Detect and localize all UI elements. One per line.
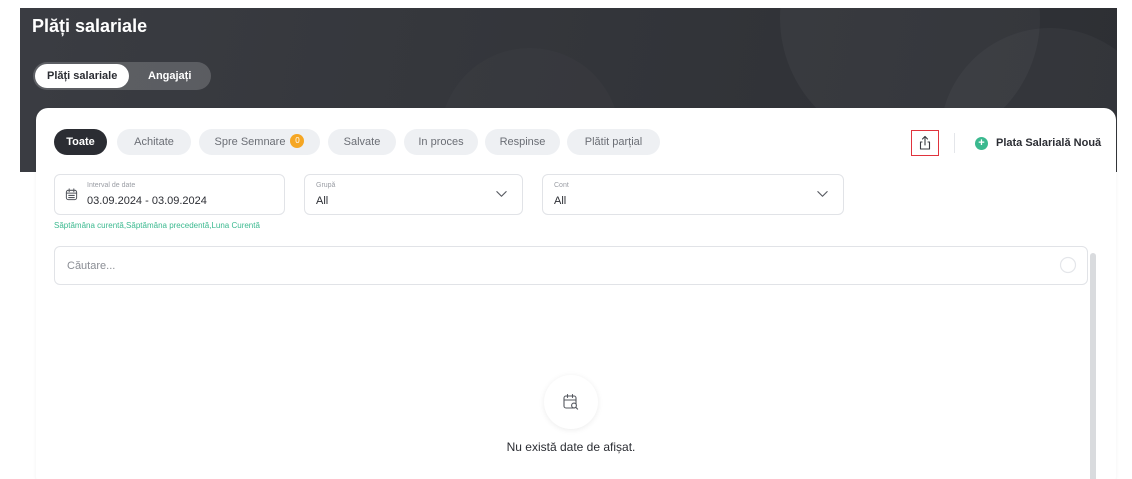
export-button[interactable] [911, 130, 939, 156]
quick-date-links[interactable]: Săptămâna curentă,Săptămâna precedentă,L… [54, 221, 260, 230]
search-bar[interactable]: Căutare... [54, 246, 1088, 285]
filter-tab-rejected[interactable]: Respinse [485, 129, 560, 155]
account-value: All [554, 195, 567, 207]
calendar-icon [65, 188, 78, 201]
filter-tab-in-process[interactable]: In proces [404, 129, 478, 155]
chevron-down-icon [817, 191, 828, 197]
account-label: Cont [554, 182, 569, 189]
empty-state-icon-wrap [544, 375, 598, 429]
filter-tab-saved[interactable]: Salvate [328, 129, 396, 155]
calendar-search-icon [563, 393, 579, 410]
divider [954, 133, 955, 153]
filter-tab-all[interactable]: Toate [54, 129, 107, 155]
search-icon [1059, 256, 1077, 274]
date-range-value: 03.09.2024 - 03.09.2024 [87, 195, 207, 207]
count-badge: 0 [290, 134, 305, 149]
filter-tab-to-sign[interactable]: Spre Semnare 0 [199, 129, 320, 155]
new-salary-payment-label: Plata Salarială Nouă [996, 137, 1102, 149]
search-placeholder: Căutare... [67, 260, 116, 272]
account-select[interactable]: Cont All [542, 174, 844, 215]
app-stage: Plăți salariale Plăți salariale Angajați… [0, 0, 1132, 479]
tab-employees[interactable]: Angajați [148, 62, 191, 90]
group-value: All [316, 195, 329, 207]
group-select[interactable]: Grupă All [304, 174, 523, 215]
upload-icon [919, 135, 931, 150]
new-salary-payment-button[interactable]: + Plata Salarială Nouă [975, 134, 1101, 152]
empty-state-message: Nu există date de afișat. [506, 440, 636, 454]
filter-tab-paid[interactable]: Achitate [117, 129, 191, 155]
tab-salary-payments[interactable]: Plăți salariale [35, 64, 130, 88]
date-range-label: Interval de date [87, 182, 136, 189]
page-title: Plăți salariale [32, 16, 148, 36]
group-label: Grupă [316, 182, 336, 189]
chevron-down-icon [496, 191, 507, 197]
date-range-picker[interactable]: Interval de date 03.09.2024 - 03.09.2024 [54, 174, 285, 215]
content-card: Toate Achitate Spre Semnare 0 Salvate In … [36, 108, 1116, 479]
plus-icon: + [975, 136, 988, 150]
filter-tab-partially-paid[interactable]: Plătit parțial [567, 129, 660, 155]
view-switch: Plăți salariale Angajați [33, 62, 211, 90]
